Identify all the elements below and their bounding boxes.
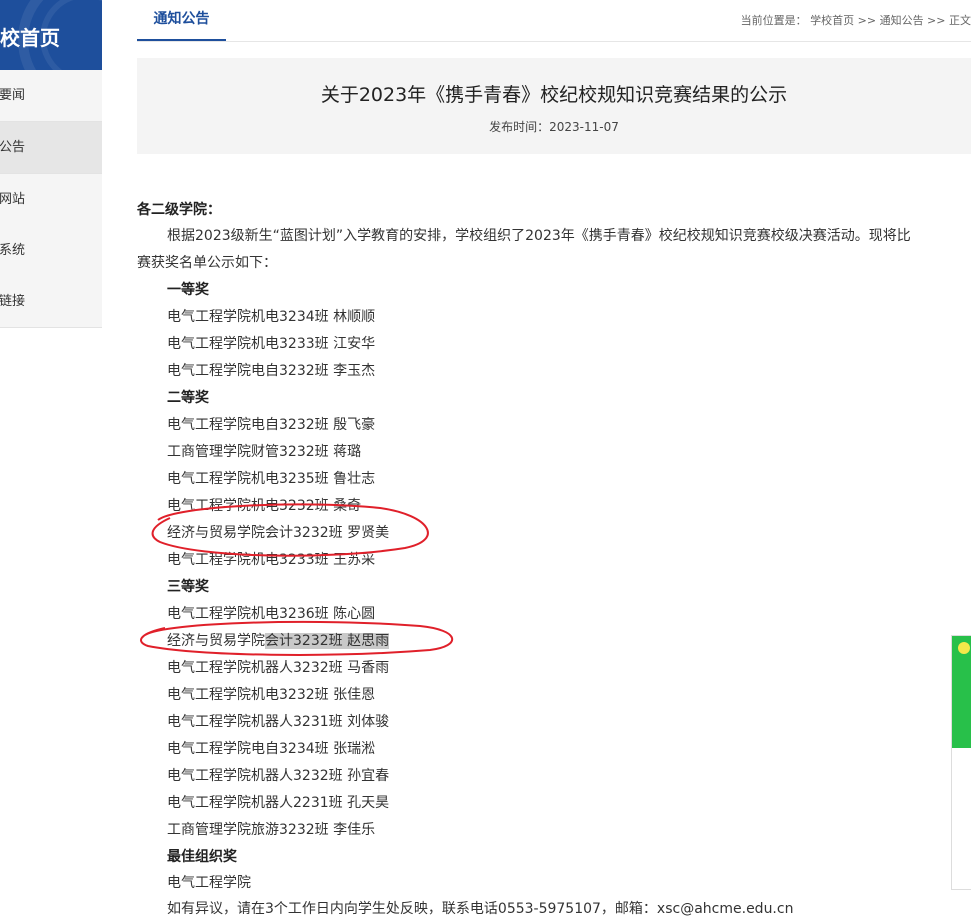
- winner-entry: 电气工程学院机电3234班 林顺顺: [167, 309, 376, 325]
- floating-service-widget[interactable]: [951, 635, 971, 890]
- winner-entry-circled: 经济与贸易学院会计3232班 赵思雨: [167, 630, 390, 650]
- second-prize-heading: 二等奖: [167, 390, 209, 406]
- third-prize-heading: 三等奖: [167, 579, 209, 595]
- sidebar-header[interactable]: 校首页: [0, 0, 102, 70]
- organization-prize-heading: 最佳组织奖: [167, 849, 237, 865]
- sidebar-item-topic-sites[interactable]: 题网站: [0, 174, 102, 226]
- article-title: 关于2023年《携手青春》校纪校规知识竞赛结果的公示: [320, 84, 788, 106]
- contact-note: 如有异议，请在3个工作日内向学生处反映，联系电话0553-5975107，邮箱：…: [167, 901, 794, 917]
- winner-entry: 电气工程学院机电3232班 张佳恩: [167, 687, 376, 703]
- winner-entry: 电气工程学院电自3234班 张瑞淞: [167, 741, 376, 757]
- publish-date: 发布时间：2023-11-07: [489, 120, 619, 134]
- winner-entry: 电气工程学院机器人2231班 孔天昊: [167, 795, 390, 811]
- winner-entry: 电气工程学院机电3233班 江安华: [167, 336, 376, 352]
- sidebar-item-notices[interactable]: 知公告: [0, 122, 102, 174]
- intro-paragraph-line-1: 根据2023级新生“蓝图计划”入学教育的安排，学校组织了2023年《携手青春》校…: [167, 228, 911, 244]
- sidebar-item-label: 用系统: [0, 243, 26, 258]
- sidebar-title: 校首页: [0, 26, 60, 50]
- sidebar-item-label: 情链接: [0, 294, 26, 309]
- greeting: 各二级学院：: [137, 202, 221, 218]
- winner-entry: 电气工程学院电自3232班 李玉杰: [167, 363, 376, 379]
- winner-entry-circled: 经济与贸易学院会计3232班 罗贤美: [167, 525, 390, 541]
- sidebar-item-label: 知公告: [0, 140, 26, 155]
- winner-entry: 电气工程学院机器人3232班 孙宜春: [167, 768, 390, 784]
- section-tabbar: 通知公告 当前位置是： 学校首页 >> 通知公告 >> 正文: [137, 0, 971, 42]
- winner-entry: 电气工程学院机器人3232班 马香雨: [167, 660, 390, 676]
- intro-paragraph-line-2: 赛获奖名单公示如下：: [137, 255, 277, 271]
- winner-entry: 电气工程学院机电3233班 王苏采: [167, 552, 376, 568]
- breadcrumb[interactable]: 当前位置是： 学校首页 >> 通知公告 >> 正文: [741, 12, 971, 28]
- first-prize-heading: 一等奖: [167, 282, 209, 298]
- winner-entry: 工商管理学院财管3232班 蒋璐: [167, 444, 362, 460]
- sidebar-item-systems[interactable]: 用系统: [0, 225, 102, 277]
- widget-header[interactable]: [952, 636, 971, 748]
- tab-notices[interactable]: 通知公告: [137, 0, 226, 41]
- winner-entry: 电气工程学院机电3232班 桑奇: [167, 498, 362, 514]
- sidebar-item-news[interactable]: 校要闻: [0, 70, 102, 122]
- winner-entry: 工商管理学院旅游3232班 李佳乐: [167, 822, 376, 838]
- winner-entry: 电气工程学院电自3232班 殷飞豪: [167, 417, 376, 433]
- selected-text[interactable]: 会计3232班 赵思雨: [265, 633, 390, 649]
- sidebar-item-label: 校要闻: [0, 88, 26, 103]
- sidebar-item-links[interactable]: 情链接: [0, 276, 102, 328]
- left-sidebar: 校首页 校要闻 知公告 题网站 用系统 情链接: [0, 0, 102, 923]
- chat-icon[interactable]: [958, 642, 970, 654]
- winner-entry: 电气工程学院机电3236班 陈心圆: [167, 606, 376, 622]
- winner-entry: 电气工程学院机器人3231班 刘体骏: [167, 714, 390, 730]
- sidebar-item-label: 题网站: [0, 192, 26, 207]
- winner-entry: 电气工程学院: [167, 875, 251, 891]
- winner-entry: 电气工程学院机电3235班 鲁壮志: [167, 471, 376, 487]
- article-header: 关于2023年《携手青春》校纪校规知识竞赛结果的公示 发布时间：2023-11-…: [137, 58, 971, 154]
- entry-college: 经济与贸易学院: [167, 633, 265, 649]
